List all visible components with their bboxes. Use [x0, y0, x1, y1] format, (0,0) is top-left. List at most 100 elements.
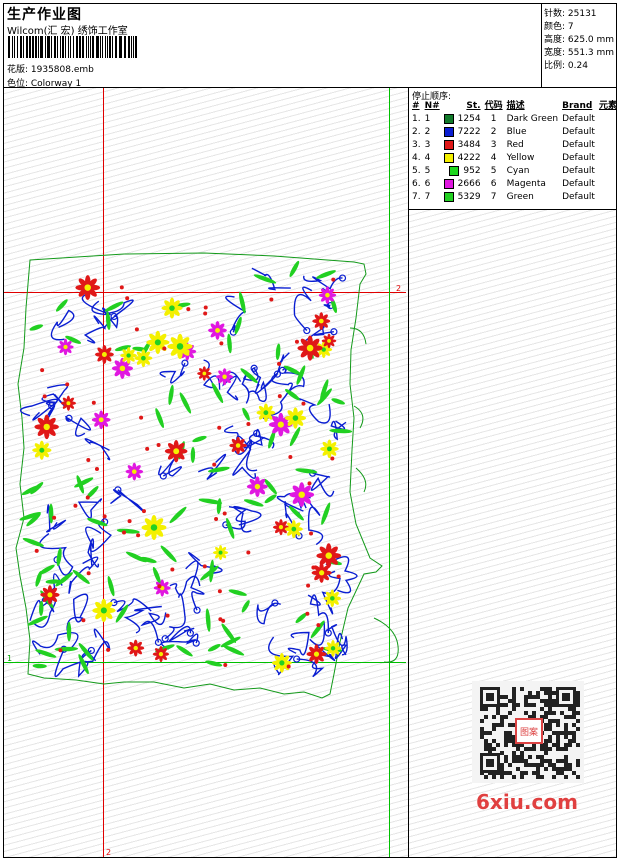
berry: [81, 618, 86, 623]
leaf: [192, 435, 207, 443]
stitch-count: 952: [463, 166, 481, 176]
vine: [168, 625, 195, 642]
vine-curl: [303, 326, 311, 335]
header-needle: N#: [424, 101, 440, 111]
leaf: [35, 649, 57, 658]
flower: [141, 515, 167, 540]
vine: [251, 267, 291, 291]
berry: [162, 346, 167, 351]
row-stitches: 1254: [442, 113, 483, 126]
flower: [57, 338, 74, 356]
berry: [218, 617, 223, 622]
company-name: Wilcom(汇 宏) 绣饰工作室: [7, 26, 128, 37]
flower: [256, 403, 276, 423]
flower-center: [279, 660, 285, 666]
flower-center: [306, 344, 314, 352]
row-needle: 1: [424, 114, 431, 124]
color-swatch: [443, 139, 454, 150]
berry: [34, 548, 39, 553]
flower: [246, 476, 268, 498]
flower-center: [126, 353, 131, 358]
leaf: [241, 600, 250, 613]
row-needle: 3: [424, 140, 431, 150]
vine: [84, 438, 111, 461]
leaf: [264, 494, 277, 504]
flower: [289, 482, 315, 508]
stitch-count: 4222: [457, 153, 481, 163]
flower-center: [173, 448, 180, 455]
vine: [159, 362, 186, 384]
color-row: 1. 1 1254 1 Dark Green Default: [410, 113, 619, 126]
berry: [305, 611, 310, 616]
leaf: [242, 407, 250, 421]
row-needle: 7: [424, 192, 431, 202]
vine: [185, 560, 205, 611]
row-description: Green: [506, 192, 534, 202]
row-brand: Default: [562, 140, 595, 150]
design-width: 宽度: 551.3 mm: [544, 48, 615, 58]
leaf: [66, 621, 72, 642]
embroidery-design: [15, 252, 399, 699]
flower: [127, 639, 145, 657]
berry: [52, 515, 57, 520]
flowers: [32, 275, 342, 673]
row-index: 5.: [412, 166, 421, 176]
leaf: [240, 368, 258, 384]
leaf: [29, 324, 44, 331]
berry: [301, 401, 306, 406]
leaf: [155, 408, 164, 429]
flower-center: [330, 646, 336, 651]
row-brand: Default: [562, 127, 595, 137]
berry: [102, 514, 107, 519]
flower-center: [150, 524, 158, 531]
leaf: [38, 564, 55, 575]
row-stitches: 5329: [442, 191, 483, 204]
flower-center: [319, 570, 325, 576]
qr-code-watermark: 图案: [472, 681, 584, 783]
vine: [110, 489, 145, 513]
flower-center: [141, 355, 146, 361]
qr-seal: 图案: [520, 726, 538, 738]
berry: [331, 277, 336, 282]
flower: [215, 368, 234, 386]
color-row: 2. 2 7222 2 Blue Default: [410, 126, 619, 139]
flower: [32, 440, 52, 460]
stitch-count: 5329: [457, 192, 481, 202]
color-swatch: [443, 178, 454, 189]
stop-sequence-table: # N# St. 代码 描述 Brand 元素 1. 1 1254 1 Dark Gre…: [410, 100, 619, 204]
vine: [233, 505, 262, 533]
row-brand: Default: [562, 153, 595, 163]
flower-center: [218, 550, 223, 555]
berry: [85, 495, 90, 500]
stitch-count: 1254: [457, 114, 481, 124]
berry: [94, 467, 99, 472]
flower-center: [313, 651, 320, 657]
vine: [87, 538, 100, 568]
row-index: 4.: [412, 153, 421, 163]
leaf: [243, 499, 264, 507]
berry: [106, 647, 111, 652]
row-index: 3.: [412, 140, 421, 150]
flower: [312, 312, 331, 330]
flower-center: [119, 365, 126, 372]
berry: [40, 368, 45, 373]
flower-center: [98, 417, 104, 423]
berry: [246, 421, 251, 426]
berry: [288, 454, 293, 459]
flower-center: [277, 421, 284, 428]
flower-center: [43, 423, 50, 431]
flower-center: [101, 352, 107, 357]
flower-center: [100, 607, 107, 614]
flower-center: [63, 344, 68, 350]
row-code: 3: [490, 140, 497, 150]
stitch-count: 2666: [457, 179, 481, 189]
header-element: 元素: [598, 101, 617, 111]
flower-center: [327, 446, 332, 452]
leaf: [198, 498, 223, 505]
berry: [336, 574, 341, 579]
leaf: [54, 646, 79, 652]
flower-center: [298, 491, 305, 498]
header-index: #: [412, 101, 420, 111]
vine-curl: [193, 606, 201, 614]
berry: [286, 664, 291, 669]
